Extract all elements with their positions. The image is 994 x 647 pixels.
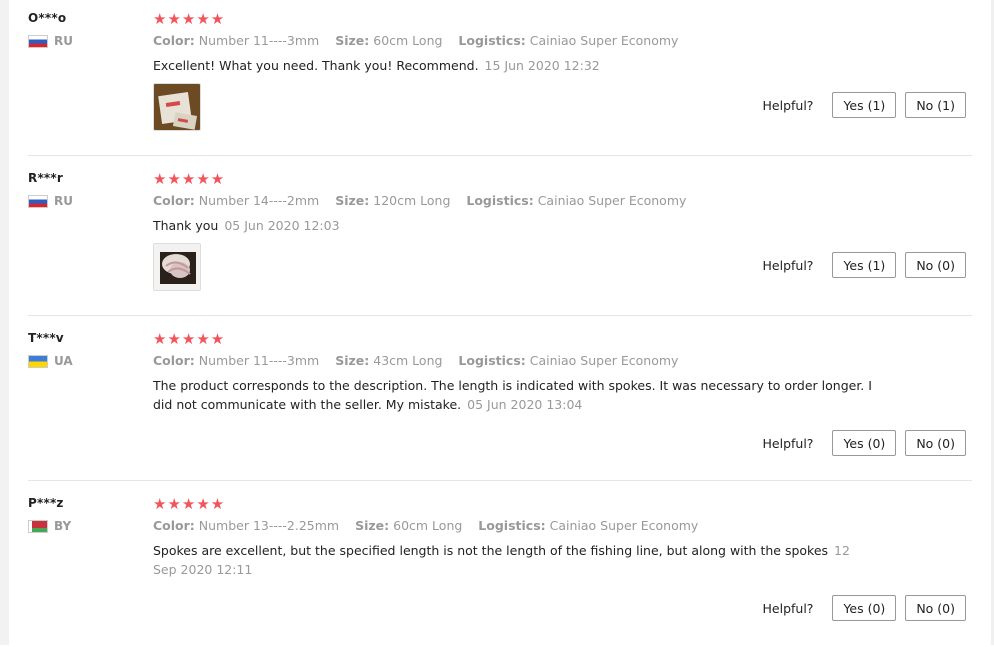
star-rating: ★★★★★ [153,10,226,28]
review-date: 05 Jun 2020 13:04 [467,397,583,412]
review-body: Excellent! What you need. Thank you! Rec… [153,58,479,73]
helpful-vote: Helpful? Yes (1) No (0) [763,252,966,278]
helpful-no-button[interactable]: No (0) [905,252,966,278]
review-item: O***o RU ★★★★★ Color: Number 11----3mm S… [28,0,972,156]
logistics-value: Cainiao Super Economy [529,33,679,48]
color-label: Color: [153,353,195,368]
star-rating: ★★★★★ [153,330,226,348]
helpful-yes-button[interactable]: Yes (0) [832,430,897,456]
size-label: Size: [335,33,370,48]
order-attributes: Color: Number 13----2.25mm Size: 60cm Lo… [153,517,972,535]
country-code: RU [54,194,73,208]
logistics-label: Logistics: [466,193,534,208]
helpful-yes-button[interactable]: Yes (1) [832,252,897,278]
reviewer-name: P***z [28,496,64,510]
star-rating: ★★★★★ [153,495,226,513]
logistics-label: Logistics: [458,33,526,48]
reviewer-country: BY [28,519,138,533]
reviewer-country: UA [28,354,138,368]
review-content: ★★★★★ Color: Number 11----3mm Size: 43cm… [153,330,972,414]
reviewer-info: O***o RU [28,10,138,48]
color-value: Number 11----3mm [198,353,320,368]
helpful-no-button[interactable]: No (0) [905,430,966,456]
color-label: Color: [153,33,195,48]
review-content: ★★★★★ Color: Number 13----2.25mm Size: 6… [153,495,972,579]
logistics-label: Logistics: [478,518,546,533]
star-rating: ★★★★★ [153,170,226,188]
helpful-vote: Helpful? Yes (0) No (0) [763,595,966,621]
helpful-vote: Helpful? Yes (0) No (0) [763,430,966,456]
russia-flag-icon [28,194,48,208]
color-value: Number 11----3mm [198,33,320,48]
helpful-label: Helpful? [762,600,814,616]
review-text: Excellent! What you need. Thank you! Rec… [153,56,873,75]
size-label: Size: [335,353,370,368]
reviewer-country: RU [28,34,138,48]
helpful-yes-button[interactable]: Yes (1) [832,92,897,118]
helpful-no-button[interactable]: No (1) [905,92,966,118]
reviewer-info: P***z BY [28,495,138,533]
size-label: Size: [355,518,390,533]
helpful-label: Helpful? [762,257,814,273]
helpful-label: Helpful? [762,97,814,113]
review-photo[interactable] [153,243,201,291]
size-value: 60cm Long [393,518,463,533]
russia-flag-icon [28,34,48,48]
logistics-value: Cainiao Super Economy [529,353,679,368]
review-photo[interactable] [153,83,201,131]
size-value: 43cm Long [373,353,443,368]
color-label: Color: [153,518,195,533]
review-text: The product corresponds to the descripti… [153,376,873,414]
helpful-no-button[interactable]: No (0) [905,595,966,621]
reviewer-name: T***v [28,331,64,345]
review-text: Spokes are excellent, but the specified … [153,541,873,579]
reviewer-name: R***r [28,171,63,185]
helpful-vote: Helpful? Yes (1) No (1) [763,92,966,118]
belarus-flag-icon [28,519,48,533]
color-value: Number 13----2.25mm [198,518,340,533]
country-code: RU [54,34,73,48]
logistics-value: Cainiao Super Economy [537,193,687,208]
review-list: O***o RU ★★★★★ Color: Number 11----3mm S… [28,0,972,647]
color-value: Number 14----2mm [198,193,320,208]
reviewer-name: O***o [28,11,67,25]
review-item: P***z BY ★★★★★ Color: Number 13----2.25m… [28,481,972,647]
size-value: 60cm Long [373,33,443,48]
size-label: Size: [335,193,370,208]
review-item: R***r RU ★★★★★ Color: Number 14----2mm S… [28,156,972,316]
logistics-value: Cainiao Super Economy [549,518,699,533]
review-date: 15 Jun 2020 12:32 [484,58,600,73]
review-body: Thank you [153,218,219,233]
order-attributes: Color: Number 11----3mm Size: 60cm Long … [153,32,972,50]
order-attributes: Color: Number 14----2mm Size: 120cm Long… [153,192,972,210]
review-text: Thank you 05 Jun 2020 12:03 [153,216,873,235]
color-label: Color: [153,193,195,208]
logistics-label: Logistics: [458,353,526,368]
reviewer-info: R***r RU [28,170,138,208]
size-value: 120cm Long [373,193,451,208]
country-code: UA [54,354,73,368]
review-item: T***v UA ★★★★★ Color: Number 11----3mm S… [28,316,972,481]
reviewer-country: RU [28,194,138,208]
left-gutter [0,0,9,645]
helpful-label: Helpful? [762,435,814,451]
order-attributes: Color: Number 11----3mm Size: 43cm Long … [153,352,972,370]
review-body: Spokes are excellent, but the specified … [153,543,829,558]
country-code: BY [54,519,72,533]
helpful-yes-button[interactable]: Yes (0) [832,595,897,621]
reviewer-info: T***v UA [28,330,138,368]
review-date: 05 Jun 2020 12:03 [224,218,340,233]
ukraine-flag-icon [28,354,48,368]
